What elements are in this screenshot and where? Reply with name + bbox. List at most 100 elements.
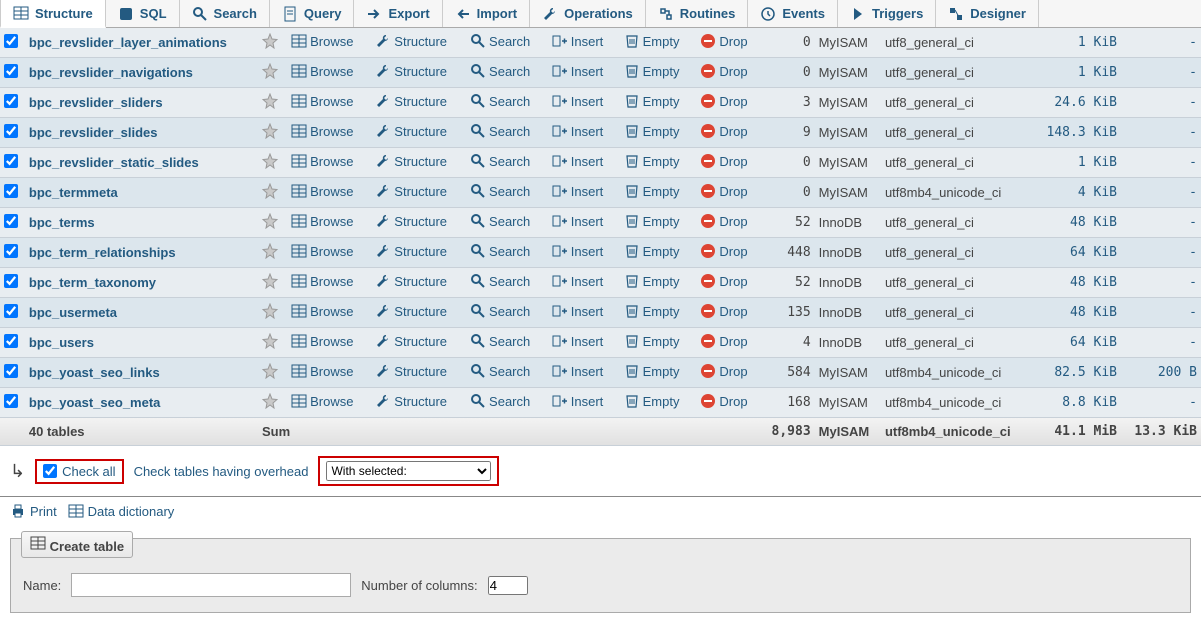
print-link[interactable]: Print xyxy=(10,503,57,519)
structure-link[interactable]: Structure xyxy=(373,183,449,199)
table-name-input[interactable] xyxy=(71,573,351,597)
table-name-link[interactable]: bpc_revslider_layer_animations xyxy=(29,35,227,50)
row-checkbox[interactable] xyxy=(4,334,18,348)
empty-link[interactable]: Empty xyxy=(622,33,682,49)
structure-link[interactable]: Structure xyxy=(373,303,449,319)
browse-link[interactable]: Browse xyxy=(289,33,355,49)
favorite-icon[interactable] xyxy=(262,183,278,199)
drop-link[interactable]: Drop xyxy=(698,183,749,199)
row-checkbox[interactable] xyxy=(4,364,18,378)
favorite-icon[interactable] xyxy=(262,63,278,79)
row-checkbox[interactable] xyxy=(4,394,18,408)
browse-link[interactable]: Browse xyxy=(289,273,355,289)
empty-link[interactable]: Empty xyxy=(622,183,682,199)
insert-link[interactable]: Insert xyxy=(550,273,606,289)
structure-link[interactable]: Structure xyxy=(373,153,449,169)
empty-link[interactable]: Empty xyxy=(622,363,682,379)
row-checkbox[interactable] xyxy=(4,94,18,108)
search-link[interactable]: Search xyxy=(468,63,532,79)
search-link[interactable]: Search xyxy=(468,243,532,259)
favorite-icon[interactable] xyxy=(262,153,278,169)
favorite-icon[interactable] xyxy=(262,123,278,139)
row-checkbox[interactable] xyxy=(4,34,18,48)
empty-link[interactable]: Empty xyxy=(622,93,682,109)
favorite-icon[interactable] xyxy=(262,93,278,109)
favorite-icon[interactable] xyxy=(262,273,278,289)
drop-link[interactable]: Drop xyxy=(698,303,749,319)
tab-import[interactable]: Import xyxy=(443,0,530,27)
empty-link[interactable]: Empty xyxy=(622,303,682,319)
table-name-link[interactable]: bpc_term_taxonomy xyxy=(29,275,156,290)
search-link[interactable]: Search xyxy=(468,333,532,349)
table-name-link[interactable]: bpc_yoast_seo_meta xyxy=(29,395,161,410)
drop-link[interactable]: Drop xyxy=(698,153,749,169)
search-link[interactable]: Search xyxy=(468,93,532,109)
browse-link[interactable]: Browse xyxy=(289,183,355,199)
table-name-link[interactable]: bpc_yoast_seo_links xyxy=(29,365,160,380)
search-link[interactable]: Search xyxy=(468,123,532,139)
row-checkbox[interactable] xyxy=(4,244,18,258)
tab-query[interactable]: Query xyxy=(270,0,355,27)
check-overhead-link[interactable]: Check tables having overhead xyxy=(134,464,309,479)
empty-link[interactable]: Empty xyxy=(622,273,682,289)
row-checkbox[interactable] xyxy=(4,184,18,198)
structure-link[interactable]: Structure xyxy=(373,363,449,379)
search-link[interactable]: Search xyxy=(468,33,532,49)
row-checkbox[interactable] xyxy=(4,214,18,228)
insert-link[interactable]: Insert xyxy=(550,123,606,139)
insert-link[interactable]: Insert xyxy=(550,63,606,79)
row-checkbox[interactable] xyxy=(4,304,18,318)
structure-link[interactable]: Structure xyxy=(373,123,449,139)
favorite-icon[interactable] xyxy=(262,33,278,49)
drop-link[interactable]: Drop xyxy=(698,243,749,259)
table-name-link[interactable]: bpc_usermeta xyxy=(29,305,117,320)
with-selected-dropdown[interactable]: With selected: xyxy=(326,461,491,481)
drop-link[interactable]: Drop xyxy=(698,333,749,349)
browse-link[interactable]: Browse xyxy=(289,213,355,229)
empty-link[interactable]: Empty xyxy=(622,333,682,349)
columns-count-input[interactable] xyxy=(488,576,528,595)
row-checkbox[interactable] xyxy=(4,64,18,78)
structure-link[interactable]: Structure xyxy=(373,93,449,109)
browse-link[interactable]: Browse xyxy=(289,243,355,259)
drop-link[interactable]: Drop xyxy=(698,93,749,109)
empty-link[interactable]: Empty xyxy=(622,393,682,409)
search-link[interactable]: Search xyxy=(468,303,532,319)
search-link[interactable]: Search xyxy=(468,183,532,199)
favorite-icon[interactable] xyxy=(262,363,278,379)
drop-link[interactable]: Drop xyxy=(698,63,749,79)
table-name-link[interactable]: bpc_revslider_static_slides xyxy=(29,155,199,170)
insert-link[interactable]: Insert xyxy=(550,33,606,49)
check-all-link[interactable]: Check all xyxy=(62,464,115,479)
insert-link[interactable]: Insert xyxy=(550,333,606,349)
insert-link[interactable]: Insert xyxy=(550,393,606,409)
table-name-link[interactable]: bpc_revslider_slides xyxy=(29,125,158,140)
row-checkbox[interactable] xyxy=(4,124,18,138)
drop-link[interactable]: Drop xyxy=(698,213,749,229)
data-dictionary-link[interactable]: Data dictionary xyxy=(68,503,175,519)
insert-link[interactable]: Insert xyxy=(550,243,606,259)
favorite-icon[interactable] xyxy=(262,333,278,349)
browse-link[interactable]: Browse xyxy=(289,63,355,79)
drop-link[interactable]: Drop xyxy=(698,363,749,379)
drop-link[interactable]: Drop xyxy=(698,393,749,409)
empty-link[interactable]: Empty xyxy=(622,213,682,229)
search-link[interactable]: Search xyxy=(468,393,532,409)
tab-sql[interactable]: SQL xyxy=(106,0,180,27)
structure-link[interactable]: Structure xyxy=(373,273,449,289)
empty-link[interactable]: Empty xyxy=(622,63,682,79)
insert-link[interactable]: Insert xyxy=(550,93,606,109)
search-link[interactable]: Search xyxy=(468,213,532,229)
favorite-icon[interactable] xyxy=(262,213,278,229)
browse-link[interactable]: Browse xyxy=(289,393,355,409)
empty-link[interactable]: Empty xyxy=(622,243,682,259)
favorite-icon[interactable] xyxy=(262,303,278,319)
favorite-icon[interactable] xyxy=(262,243,278,259)
tab-export[interactable]: Export xyxy=(354,0,442,27)
structure-link[interactable]: Structure xyxy=(373,33,449,49)
tab-triggers[interactable]: Triggers xyxy=(838,0,936,27)
tab-search[interactable]: Search xyxy=(180,0,270,27)
search-link[interactable]: Search xyxy=(468,273,532,289)
row-checkbox[interactable] xyxy=(4,154,18,168)
insert-link[interactable]: Insert xyxy=(550,363,606,379)
